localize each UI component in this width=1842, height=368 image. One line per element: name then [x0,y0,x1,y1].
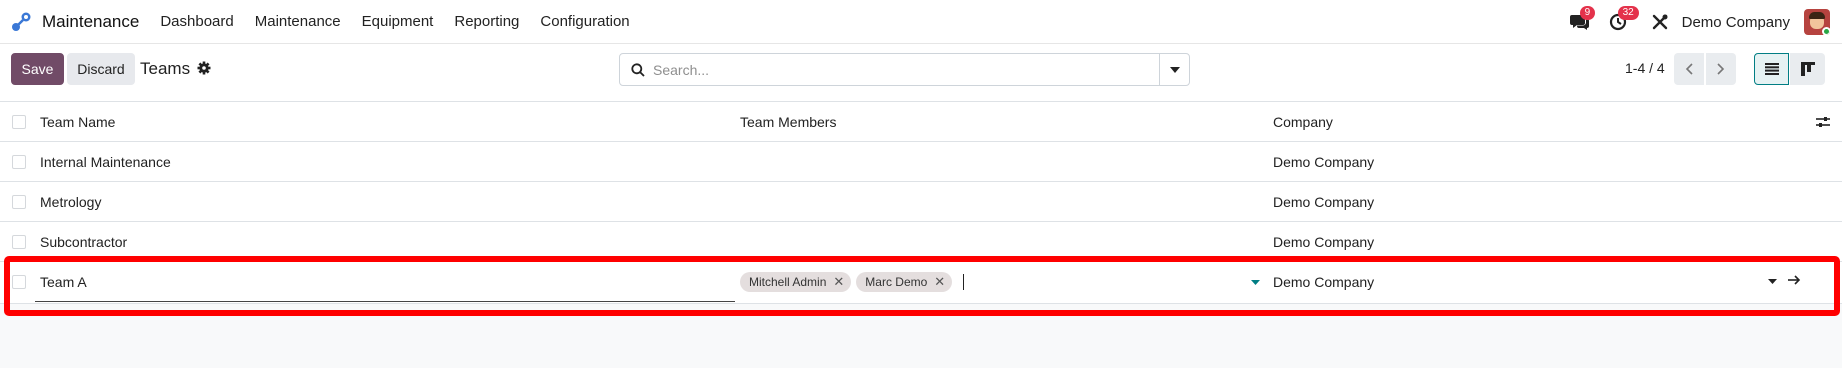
list-header: Team Name Team Members Company [0,102,1842,142]
chevron-right-icon [1717,63,1725,75]
team-name-cell[interactable]: Subcontractor [40,222,127,262]
table-row[interactable]: Subcontractor Demo Company [0,222,1842,262]
company-input[interactable]: Demo Company [1273,262,1374,302]
company-cell[interactable]: Demo Company [1273,182,1374,222]
company-dropdown-icon[interactable] [1768,279,1777,284]
member-tag-label: Mitchell Admin [749,275,827,289]
member-tag: Marc Demo ✕ [856,272,953,292]
menu-dashboard[interactable]: Dashboard [160,13,233,30]
row-checkbox[interactable] [12,155,26,169]
optional-columns-icon[interactable] [1816,115,1830,129]
discard-button[interactable]: Discard [67,53,135,85]
member-tag: Mitchell Admin ✕ [740,272,852,292]
online-status-dot [1822,27,1830,35]
member-tag-label: Marc Demo [865,275,928,289]
editing-row[interactable]: Team A Mitchell Admin ✕ Marc Demo ✕ Demo… [0,262,1842,304]
input-underline [35,301,735,302]
pager-next-button[interactable] [1706,53,1736,85]
menu-equipment[interactable]: Equipment [362,13,434,30]
team-members-field[interactable]: Mitchell Admin ✕ Marc Demo ✕ [740,262,965,302]
remove-tag-icon[interactable]: ✕ [934,274,945,290]
company-switcher[interactable]: Demo Company [1682,14,1790,31]
search-input[interactable] [653,61,1123,78]
company-cell[interactable]: Demo Company [1273,222,1374,262]
menu-configuration[interactable]: Configuration [540,13,629,30]
messages-badge: 9 [1579,6,1596,20]
messages-button[interactable]: 9 [1568,6,1596,34]
caret-down-icon [1169,66,1180,73]
save-button[interactable]: Save [11,53,64,85]
list-view-icon [1764,63,1779,75]
pager-value[interactable]: 1-4 / 4 [1625,60,1665,76]
kanban-view-icon [1800,62,1815,76]
teams-list: Team Name Team Members Company Internal … [0,102,1842,304]
team-name-cell[interactable]: Internal Maintenance [40,142,171,182]
chevron-left-icon [1685,63,1693,75]
top-navbar: Maintenance Dashboard Maintenance Equipm… [0,0,1842,44]
menu-reporting[interactable]: Reporting [454,13,519,30]
apps-logo-icon[interactable] [10,11,32,33]
column-header-company[interactable]: Company [1273,102,1333,142]
members-dropdown-icon[interactable] [1251,280,1260,285]
avatar-hair [1809,12,1825,19]
row-checkbox[interactable] [12,195,26,209]
gear-icon[interactable] [197,61,211,75]
search-options-toggle[interactable] [1159,54,1189,85]
user-avatar[interactable] [1804,9,1830,35]
select-all-checkbox[interactable] [12,115,26,129]
app-name[interactable]: Maintenance [42,12,139,32]
kanban-view-button[interactable] [1790,53,1825,85]
team-name-cell[interactable]: Metrology [40,182,101,222]
remove-tag-icon[interactable]: ✕ [833,274,844,290]
row-checkbox[interactable] [12,235,26,249]
list-empty-area [0,306,1842,368]
table-row[interactable]: Internal Maintenance Demo Company [0,142,1842,182]
team-name-input[interactable]: Team A [40,262,87,302]
company-cell[interactable]: Demo Company [1273,142,1374,182]
breadcrumb-title: Teams [140,59,191,78]
tools-icon [1652,14,1668,30]
search-bar [619,53,1190,86]
activities-button[interactable]: 32 [1606,6,1639,34]
text-cursor[interactable] [963,274,965,290]
navbar-systray: 9 32 Demo Company [1568,0,1842,44]
search-icon [631,62,645,77]
list-view-button[interactable] [1754,53,1789,85]
row-checkbox[interactable] [12,275,26,289]
open-record-arrow-icon[interactable] [1787,274,1801,286]
debug-tools-button[interactable] [1648,10,1672,34]
menu-maintenance[interactable]: Maintenance [255,13,341,30]
activities-badge: 32 [1617,6,1639,20]
column-header-team-members[interactable]: Team Members [740,102,836,142]
pager-previous-button[interactable] [1674,53,1704,85]
control-panel: Save Discard Teams 1-4 / 4 [0,44,1842,102]
brand[interactable]: Maintenance [10,11,160,33]
table-row[interactable]: Metrology Demo Company [0,182,1842,222]
column-header-team-name[interactable]: Team Name [40,102,115,142]
